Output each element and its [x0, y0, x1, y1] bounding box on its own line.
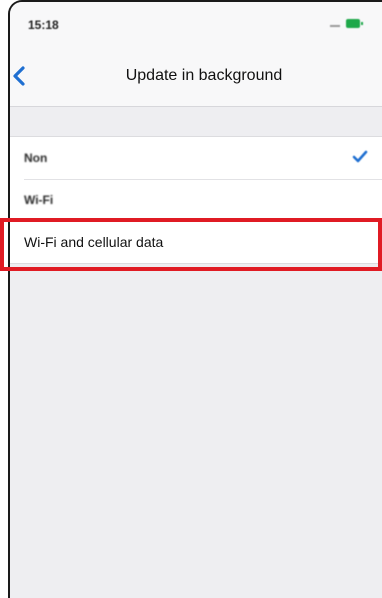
empty-content-area: [10, 267, 382, 598]
option-label: Wi-Fi: [24, 193, 54, 207]
signal-dash-icon: [330, 25, 340, 27]
phone-frame: 15:18 Update in background Non Wi-Fi Wi-…: [8, 0, 382, 598]
navigation-bar: Update in background: [10, 48, 382, 107]
option-label: Wi-Fi and cellular data: [24, 234, 164, 250]
checkmark-icon: [352, 150, 368, 163]
status-bar: 15:18: [10, 2, 382, 48]
option-wifi[interactable]: Wi-Fi: [10, 179, 382, 221]
options-list: Non Wi-Fi Wi-Fi and cellular data: [10, 136, 382, 264]
option-none[interactable]: Non: [10, 137, 382, 179]
section-spacer: [10, 107, 382, 136]
option-wifi-cellular[interactable]: Wi-Fi and cellular data: [10, 221, 382, 263]
battery-icon: [346, 19, 364, 28]
page-title: Update in background: [125, 67, 283, 84]
option-label: Non: [24, 151, 48, 165]
status-time: 15:18: [28, 18, 59, 32]
